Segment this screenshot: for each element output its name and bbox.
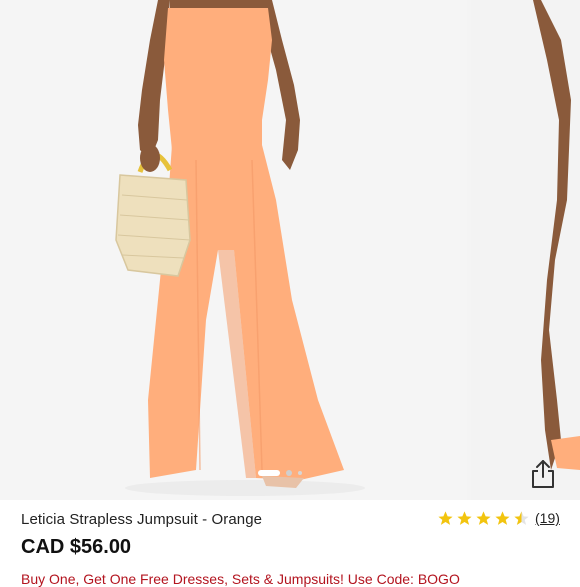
product-photo-main[interactable] bbox=[0, 0, 467, 500]
star-icon bbox=[438, 511, 453, 525]
star-rating[interactable] bbox=[437, 510, 530, 527]
gallery-dot-active[interactable] bbox=[258, 470, 280, 476]
product-image-gallery[interactable] bbox=[0, 0, 580, 500]
product-price: CAD $56.00 bbox=[21, 536, 132, 558]
star-icon bbox=[476, 511, 491, 525]
gallery-pagination[interactable] bbox=[258, 470, 302, 476]
star-icon bbox=[495, 511, 510, 525]
star-icon bbox=[457, 511, 472, 525]
promo-banner-text[interactable]: Buy One, Get One Free Dresses, Sets & Ju… bbox=[21, 571, 460, 587]
product-title: Leticia Strapless Jumpsuit - Orange bbox=[21, 511, 263, 528]
reviews-count-link[interactable]: (19) bbox=[535, 510, 560, 526]
share-button[interactable] bbox=[526, 457, 560, 491]
star-half-icon bbox=[514, 511, 529, 525]
model-photo-secondary bbox=[471, 0, 580, 500]
share-icon bbox=[532, 460, 554, 488]
gallery-dot[interactable] bbox=[298, 471, 302, 475]
product-photo-next[interactable] bbox=[471, 0, 580, 500]
model-photo bbox=[0, 0, 467, 500]
gallery-dot[interactable] bbox=[286, 470, 292, 476]
